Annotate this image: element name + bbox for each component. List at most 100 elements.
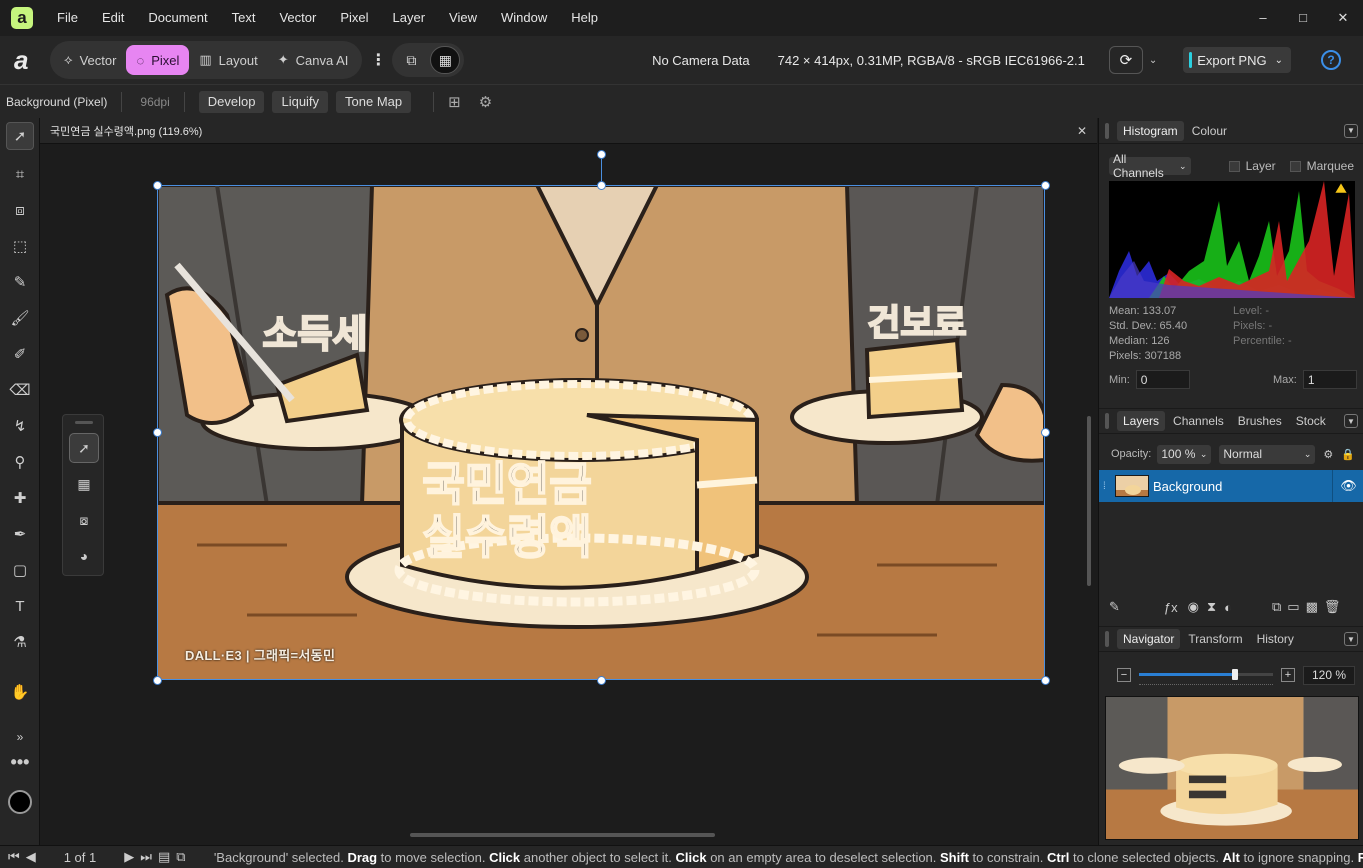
resize-handle-t[interactable] bbox=[597, 181, 606, 190]
cursor-icon[interactable]: ➚ bbox=[69, 433, 99, 463]
chevron-down-icon[interactable]: ▼ bbox=[1344, 632, 1358, 646]
resize-handle-b[interactable] bbox=[597, 676, 606, 685]
channel-select[interactable]: All Channels ⌄ bbox=[1109, 152, 1191, 180]
tab-histogram[interactable]: Histogram bbox=[1117, 120, 1184, 141]
adjustment-icon[interactable]: ⧗ bbox=[1207, 599, 1216, 615]
straighten-tool-icon[interactable]: ⧈ bbox=[6, 196, 34, 224]
spread-icon[interactable]: ⧉ bbox=[176, 849, 185, 865]
menu-edit[interactable]: Edit bbox=[90, 0, 136, 36]
panel-grip[interactable] bbox=[1105, 122, 1109, 139]
tab-navigator[interactable]: Navigator bbox=[1117, 629, 1181, 649]
dodge-brush-icon[interactable]: ↯ bbox=[6, 412, 34, 440]
next-page-icon[interactable]: ▶ bbox=[124, 849, 134, 865]
more-options-icon[interactable]: ⋮ bbox=[370, 50, 386, 70]
fx-icon[interactable]: ƒx bbox=[1164, 600, 1178, 615]
zoom-in-button[interactable]: + bbox=[1281, 668, 1295, 682]
trash-icon[interactable]: 🗑 bbox=[1324, 599, 1341, 615]
persona-vector[interactable]: ⟡ Vector bbox=[54, 45, 126, 75]
color-picker-icon[interactable]: ⚗ bbox=[6, 628, 34, 656]
marquee-checkbox[interactable]: Marquee bbox=[1289, 159, 1354, 173]
menu-document[interactable]: Document bbox=[136, 0, 219, 36]
crop-tool-icon[interactable]: ⌗ bbox=[6, 160, 34, 188]
canvas-image[interactable]: 소득세 건보료 국민연금 실수령액 DALL·E3 | 그래픽=서동민 bbox=[157, 185, 1045, 680]
menu-file[interactable]: File bbox=[45, 0, 90, 36]
document-tab[interactable]: 국민연금 실수령액.png (119.6%) ✕ bbox=[40, 118, 1097, 144]
mask-icon[interactable]: ◉ bbox=[1188, 599, 1199, 615]
tab-stock[interactable]: Stock bbox=[1290, 411, 1332, 431]
pages-panel-icon[interactable]: ▤ bbox=[158, 849, 170, 865]
close-window-button[interactable]: ✕ bbox=[1323, 10, 1363, 26]
tab-layers[interactable]: Layers bbox=[1117, 411, 1166, 431]
blend-mode-select[interactable]: Normal ⌄ bbox=[1219, 444, 1316, 464]
persona-pixel[interactable]: ◌ Pixel bbox=[126, 45, 190, 75]
menu-pixel[interactable]: Pixel bbox=[328, 0, 380, 36]
selection-grid-icon[interactable]: ⊞ bbox=[448, 93, 461, 111]
expand-tools-icon[interactable]: » bbox=[0, 730, 40, 744]
pen-tool-icon[interactable]: ✒ bbox=[6, 520, 34, 548]
pixel-brush-icon[interactable]: ✐ bbox=[6, 340, 34, 368]
eye-icon[interactable]: 👁 bbox=[1332, 470, 1363, 502]
warp-icon[interactable]: ◕ bbox=[69, 541, 99, 571]
tab-transform[interactable]: Transform bbox=[1182, 629, 1248, 649]
tab-history[interactable]: History bbox=[1251, 629, 1300, 649]
liquify-button[interactable]: Liquify bbox=[272, 90, 329, 113]
menu-text[interactable]: Text bbox=[220, 0, 268, 36]
group-folder-icon[interactable]: ▭ bbox=[1287, 599, 1299, 615]
more-tools-icon[interactable]: ••• bbox=[0, 752, 40, 773]
develop-button[interactable]: Develop bbox=[198, 90, 265, 113]
export-png-button[interactable]: Export PNG ⌄ bbox=[1183, 47, 1291, 73]
persona-canva-ai[interactable]: ✦ Canva AI bbox=[268, 45, 359, 75]
perspective-grid-icon[interactable]: ⧇ bbox=[69, 505, 99, 535]
help-icon[interactable]: ? bbox=[1321, 50, 1341, 70]
clone-stamp-icon[interactable]: ⚲ bbox=[6, 448, 34, 476]
edit-layer-icon[interactable]: ✎ bbox=[1109, 599, 1120, 615]
zoom-slider-knob[interactable] bbox=[1232, 669, 1239, 680]
paint-brush-icon[interactable]: 🖌 bbox=[6, 304, 34, 332]
chevron-down-icon[interactable]: ▼ bbox=[1344, 123, 1358, 138]
tab-channels[interactable]: Channels bbox=[1167, 411, 1230, 431]
grid-icon[interactable]: ▦ bbox=[69, 469, 99, 499]
color-swatch[interactable] bbox=[8, 790, 32, 814]
healing-brush-icon[interactable]: ✚ bbox=[6, 484, 34, 512]
panel-grip[interactable] bbox=[1105, 413, 1109, 429]
opacity-select[interactable]: 100 % ⌄ bbox=[1157, 444, 1212, 464]
live-filter-icon[interactable]: ◐ bbox=[1224, 600, 1232, 615]
resize-handle-tl[interactable] bbox=[153, 181, 162, 190]
erase-brush-icon[interactable]: ⌫ bbox=[6, 376, 34, 404]
text-tool-icon[interactable]: T bbox=[6, 592, 34, 620]
menu-vector[interactable]: Vector bbox=[267, 0, 328, 36]
tone-map-button[interactable]: Tone Map bbox=[336, 90, 412, 113]
add-pixel-layer-icon[interactable]: ⧉ bbox=[1272, 599, 1281, 615]
rotation-handle[interactable] bbox=[597, 150, 606, 159]
min-input[interactable]: 0 bbox=[1135, 370, 1190, 389]
chevron-down-icon[interactable]: ▼ bbox=[1344, 414, 1358, 428]
text-mode-icon[interactable]: ⧉ bbox=[396, 46, 426, 74]
resize-handle-br[interactable] bbox=[1041, 676, 1050, 685]
menu-help[interactable]: Help bbox=[559, 0, 610, 36]
app-logo[interactable]: a bbox=[11, 7, 33, 29]
menu-window[interactable]: Window bbox=[489, 0, 559, 36]
zoom-slider[interactable] bbox=[1139, 668, 1273, 685]
last-page-icon[interactable]: ⏭ bbox=[140, 849, 152, 865]
close-tab-icon[interactable]: ✕ bbox=[1077, 124, 1087, 138]
snapping-dropdown-icon[interactable]: ⌄ bbox=[1149, 55, 1157, 66]
hand-tool-icon[interactable]: ✋ bbox=[6, 678, 34, 706]
canvas-area[interactable]: 소득세 건보료 국민연금 실수령액 DALL·E3 | 그래픽=서동민 ➚ ▦ … bbox=[40, 144, 1097, 845]
max-input[interactable]: 1 bbox=[1302, 370, 1357, 389]
menu-view[interactable]: View bbox=[437, 0, 489, 36]
persona-layout[interactable]: ▥ Layout bbox=[189, 45, 267, 75]
rect-marquee-icon[interactable]: ⬚ bbox=[6, 232, 34, 260]
maximize-button[interactable]: □ bbox=[1283, 10, 1323, 26]
layer-row-background[interactable]: ⁞ Background 👁 bbox=[1099, 470, 1363, 502]
selection-brush-icon[interactable]: ✎ bbox=[6, 268, 34, 296]
resize-handle-tr[interactable] bbox=[1041, 181, 1050, 190]
navigator-preview[interactable] bbox=[1105, 696, 1359, 840]
tab-brushes[interactable]: Brushes bbox=[1232, 411, 1288, 431]
resize-handle-bl[interactable] bbox=[153, 676, 162, 685]
horizontal-scrollbar[interactable] bbox=[410, 833, 715, 837]
layer-checkbox[interactable]: Layer bbox=[1228, 159, 1276, 173]
toolbar-grip[interactable] bbox=[75, 421, 93, 424]
drag-handle-icon[interactable]: ⁞ bbox=[1103, 481, 1106, 492]
lock-icon[interactable]: 🔒 bbox=[1341, 448, 1355, 461]
resize-handle-l[interactable] bbox=[153, 428, 162, 437]
